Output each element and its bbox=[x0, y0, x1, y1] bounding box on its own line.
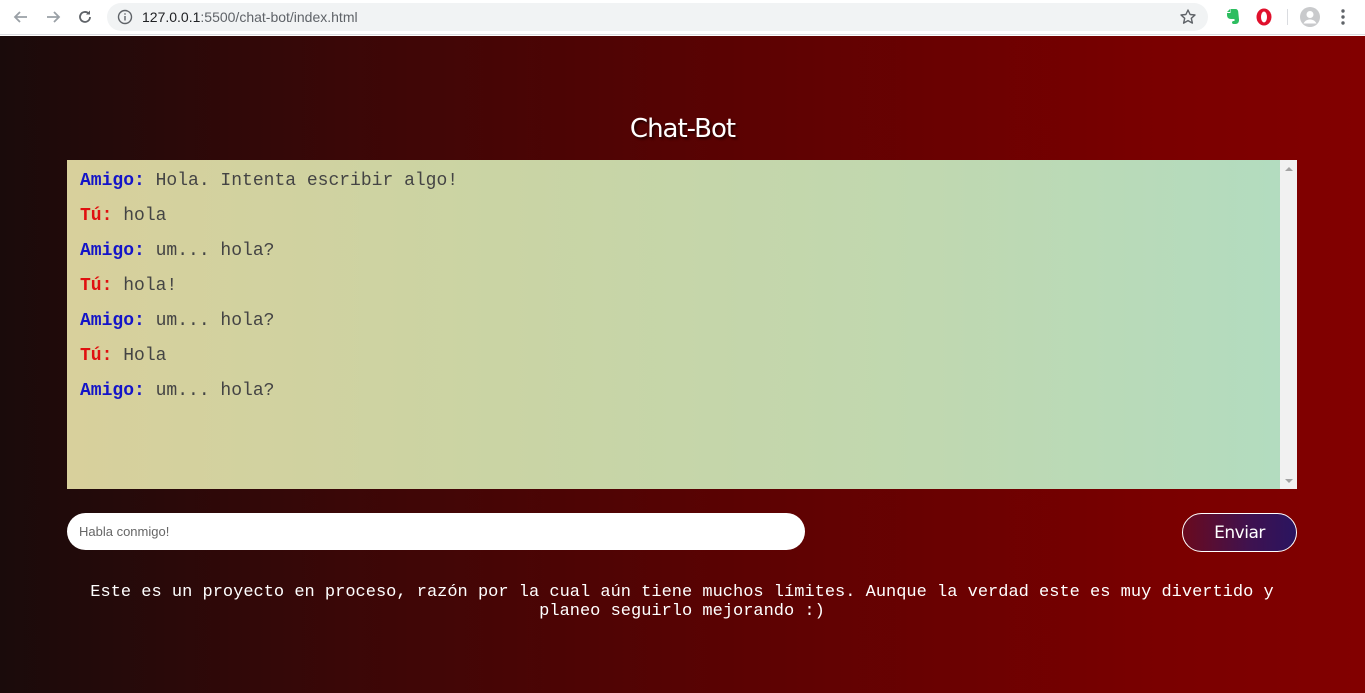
message-text: hola bbox=[123, 206, 167, 226]
star-icon[interactable] bbox=[1179, 8, 1197, 26]
chat-message: Amigo: Hola. Intenta escribir algo! bbox=[80, 170, 1270, 205]
browser-toolbar: 127.0.0.1:5500/chat-bot/index.html bbox=[0, 0, 1365, 35]
message-text: Hola. Intenta escribir algo! bbox=[155, 171, 459, 191]
scroll-down-arrow-icon[interactable] bbox=[1280, 472, 1297, 489]
user-sender-label: Tú: bbox=[80, 206, 113, 226]
message-text: um... hola? bbox=[155, 381, 275, 401]
user-sender-label: Tú: bbox=[80, 346, 113, 366]
footer-note: Este es un proyecto en proceso, razón po… bbox=[90, 583, 1274, 621]
page-title: Chat-Bot bbox=[629, 114, 736, 144]
bot-sender-label: Amigo: bbox=[80, 171, 145, 191]
url-host: 127.0.0.1 bbox=[142, 9, 201, 25]
info-icon[interactable] bbox=[117, 9, 133, 25]
message-text: um... hola? bbox=[155, 241, 275, 261]
message-list: Amigo: Hola. Intenta escribir algo! Tú: h… bbox=[80, 170, 1270, 415]
user-sender-label: Tú: bbox=[80, 276, 113, 296]
chat-message: Tú: hola bbox=[80, 205, 1270, 240]
message-text: um... hola? bbox=[155, 311, 275, 331]
reload-icon[interactable] bbox=[74, 6, 96, 28]
opera-icon[interactable] bbox=[1254, 7, 1274, 27]
message-text: hola! bbox=[123, 276, 178, 296]
chat-message: Amigo: um... hola? bbox=[80, 380, 1270, 415]
chat-message: Tú: hola! bbox=[80, 275, 1270, 310]
bot-sender-label: Amigo: bbox=[80, 241, 145, 261]
chat-scrollbar[interactable] bbox=[1280, 160, 1297, 489]
toolbar-divider bbox=[1287, 9, 1288, 25]
forward-arrow-icon[interactable] bbox=[42, 6, 64, 28]
back-arrow-icon[interactable] bbox=[10, 6, 32, 28]
url-text[interactable]: 127.0.0.1:5500/chat-bot/index.html bbox=[142, 9, 358, 25]
send-button[interactable]: Enviar bbox=[1182, 513, 1297, 552]
bot-sender-label: Amigo: bbox=[80, 311, 145, 331]
chat-message: Amigo: um... hola? bbox=[80, 310, 1270, 345]
avatar-icon[interactable] bbox=[1299, 6, 1321, 28]
bot-sender-label: Amigo: bbox=[80, 381, 145, 401]
address-bar[interactable]: 127.0.0.1:5500/chat-bot/index.html bbox=[107, 3, 1208, 31]
message-text: Hola bbox=[123, 346, 167, 366]
page-background: Chat-Bot Amigo: Hola. Intenta escribir a… bbox=[0, 36, 1365, 693]
url-path: :5500/chat-bot/index.html bbox=[200, 9, 358, 25]
chat-input[interactable] bbox=[67, 513, 805, 550]
scroll-up-arrow-icon[interactable] bbox=[1280, 160, 1297, 177]
chat-log: Amigo: Hola. Intenta escribir algo! Tú: h… bbox=[67, 160, 1297, 489]
chat-message: Tú: Hola bbox=[80, 345, 1270, 380]
chat-message: Amigo: um... hola? bbox=[80, 240, 1270, 275]
kebab-menu-icon[interactable] bbox=[1335, 7, 1351, 27]
evernote-icon[interactable] bbox=[1222, 7, 1242, 27]
